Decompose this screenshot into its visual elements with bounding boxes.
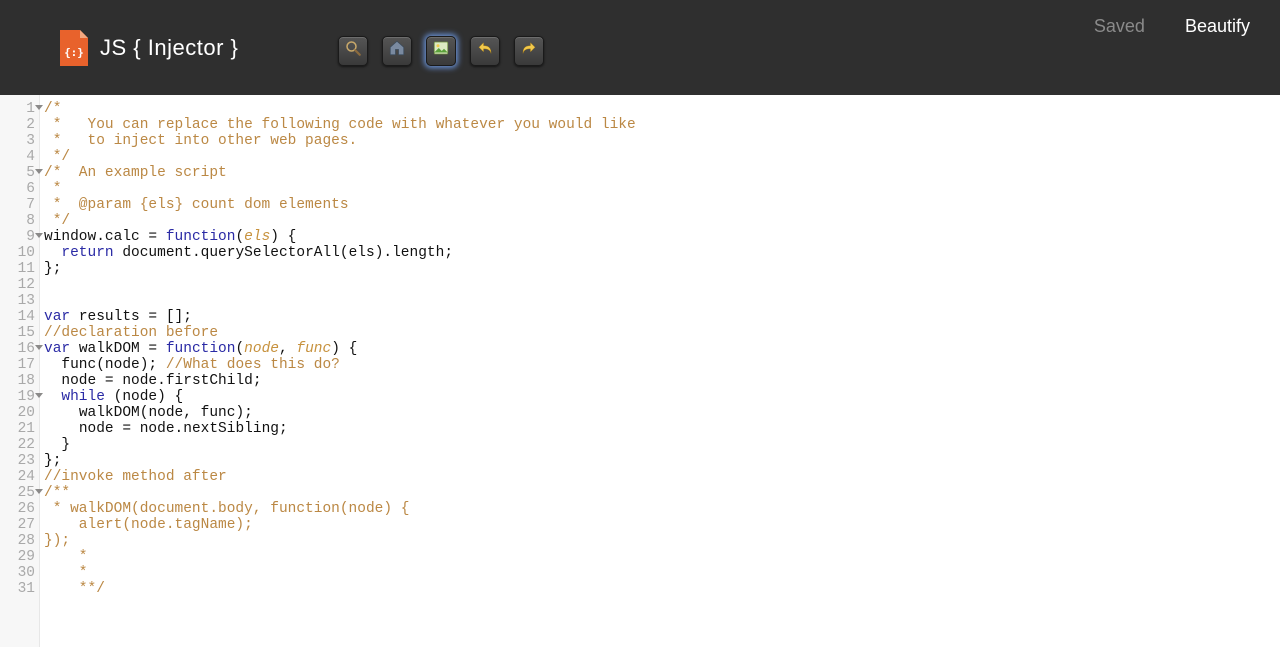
image-button[interactable] [426,36,456,66]
line-number-gutter: 1234567891011121314151617181920212223242… [0,95,40,647]
line-number: 26 [0,501,39,517]
line-number: 19 [0,389,39,405]
line-number: 7 [0,197,39,213]
fold-toggle-icon[interactable] [35,105,43,110]
fold-toggle-icon[interactable] [35,233,43,238]
code-line[interactable]: func(node); //What does this do? [44,357,636,373]
code-line[interactable]: var walkDOM = function(node, func) { [44,341,636,357]
line-number: 6 [0,181,39,197]
code-line[interactable]: alert(node.tagName); [44,517,636,533]
line-number: 16 [0,341,39,357]
line-number: 15 [0,325,39,341]
code-line[interactable]: while (node) { [44,389,636,405]
header-right: Saved Beautify [1094,16,1250,37]
line-number: 23 [0,453,39,469]
code-line[interactable]: var results = []; [44,309,636,325]
code-line[interactable]: * [44,181,636,197]
line-number: 17 [0,357,39,373]
line-number: 30 [0,565,39,581]
code-line[interactable]: * [44,565,636,581]
undo-icon [476,39,494,62]
image-icon [432,39,450,62]
line-number: 14 [0,309,39,325]
code-line[interactable]: /* [44,101,636,117]
code-line[interactable]: */ [44,213,636,229]
logo-block: {:} JS { Injector } [60,30,238,66]
line-number: 20 [0,405,39,421]
code-line[interactable]: window.calc = function(els) { [44,229,636,245]
fold-toggle-icon[interactable] [35,489,43,494]
code-line[interactable]: walkDOM(node, func); [44,405,636,421]
code-editor[interactable]: 1234567891011121314151617181920212223242… [0,95,1280,647]
line-number: 22 [0,437,39,453]
line-number: 8 [0,213,39,229]
line-number: 27 [0,517,39,533]
code-line[interactable]: return document.querySelectorAll(els).le… [44,245,636,261]
code-line[interactable]: node = node.firstChild; [44,373,636,389]
line-number: 21 [0,421,39,437]
code-line[interactable]: * walkDOM(document.body, function(node) … [44,501,636,517]
status-saved: Saved [1094,16,1145,37]
line-number: 4 [0,149,39,165]
code-line[interactable]: /* An example script [44,165,636,181]
code-line[interactable]: */ [44,149,636,165]
code-line[interactable]: }); [44,533,636,549]
line-number: 29 [0,549,39,565]
code-line[interactable]: //declaration before [44,325,636,341]
search-button[interactable] [338,36,368,66]
line-number: 10 [0,245,39,261]
fold-toggle-icon[interactable] [35,169,43,174]
code-line[interactable]: //invoke method after [44,469,636,485]
search-icon [344,39,362,62]
line-number: 24 [0,469,39,485]
line-number: 11 [0,261,39,277]
code-line[interactable]: * You can replace the following code wit… [44,117,636,133]
line-number: 9 [0,229,39,245]
home-button[interactable] [382,36,412,66]
line-number: 3 [0,133,39,149]
redo-icon [520,39,538,62]
line-number: 1 [0,101,39,117]
line-number: 31 [0,581,39,597]
svg-text:{:}: {:} [64,46,84,59]
line-number: 5 [0,165,39,181]
code-line[interactable]: }; [44,453,636,469]
code-line[interactable]: /** [44,485,636,501]
code-line[interactable]: * @param {els} count dom elements [44,197,636,213]
app-title: JS { Injector } [100,35,238,61]
redo-button[interactable] [514,36,544,66]
line-number: 18 [0,373,39,389]
toolbar [338,36,544,66]
line-number: 13 [0,293,39,309]
code-line[interactable]: **/ [44,581,636,597]
app-logo-icon: {:} [60,30,88,66]
code-line[interactable] [44,293,636,309]
line-number: 2 [0,117,39,133]
code-line[interactable]: }; [44,261,636,277]
code-line[interactable] [44,277,636,293]
line-number: 25 [0,485,39,501]
undo-button[interactable] [470,36,500,66]
code-line[interactable]: * to inject into other web pages. [44,133,636,149]
fold-toggle-icon[interactable] [35,345,43,350]
fold-toggle-icon[interactable] [35,393,43,398]
app-header: {:} JS { Injector } Saved Beautify [0,0,1280,95]
code-line[interactable]: node = node.nextSibling; [44,421,636,437]
code-area[interactable]: /* * You can replace the following code … [40,95,636,647]
code-line[interactable]: * [44,549,636,565]
line-number: 12 [0,277,39,293]
home-icon [388,39,406,62]
code-line[interactable]: } [44,437,636,453]
line-number: 28 [0,533,39,549]
beautify-button[interactable]: Beautify [1185,16,1250,37]
